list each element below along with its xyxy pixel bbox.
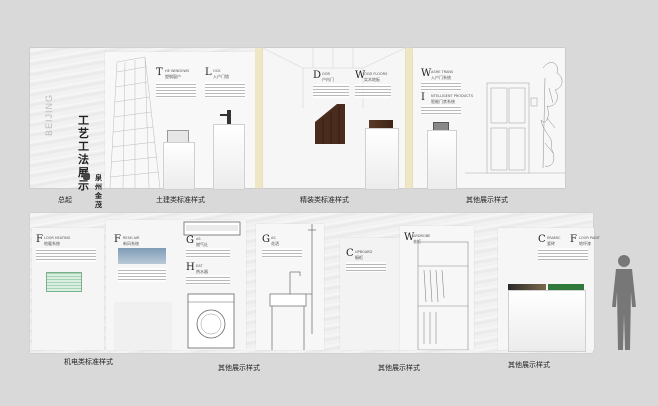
- ceiling-sketch-icon: [263, 48, 405, 108]
- gas-letter: G: [186, 235, 194, 246]
- ceramic-pedestal: [508, 290, 586, 352]
- fresh-air-pedestal: [114, 302, 172, 350]
- lock-handle-icon: [220, 114, 228, 116]
- cupboard-panel: C UPBOARD 橱柜: [340, 238, 400, 350]
- floor-subtitle: OOD FLOORS: [364, 72, 388, 76]
- gas-text: [186, 248, 230, 258]
- floor-label: 实木地板: [364, 77, 380, 82]
- floor-heating-sample-icon: [46, 272, 82, 292]
- door-text: [313, 84, 349, 98]
- logo-text: 泉州金茂: [95, 173, 102, 209]
- intro-panel: BEIJING 工艺工法展示 泉州金茂: [30, 48, 105, 209]
- fresh-air-letter: F: [114, 234, 121, 245]
- fresh-air-text: [118, 268, 166, 282]
- ceramic-panel: C ERAMIC 瓷砖 F LOOR PAINT 地坪漆: [498, 228, 600, 352]
- lock-label: 入户门锁: [213, 74, 229, 79]
- cupboard-label: 橱柜: [355, 255, 363, 260]
- lock-pedestal: [213, 124, 245, 190]
- caption-finishing: 精装类标准样式: [300, 196, 349, 204]
- interior-door-sketch-icon: [465, 62, 565, 174]
- wardrobe-sketch-icon: [417, 241, 469, 350]
- door-sample-icon: [315, 104, 345, 144]
- person-scale-icon: [612, 255, 636, 350]
- shower-panel: G AS 花洒: [256, 224, 324, 350]
- cupboard-subtitle: UPBOARD: [355, 250, 373, 254]
- appliance-panel: F RESH AIR 新风系统 G AS 燃气灶 H EAT 热水器: [106, 220, 246, 350]
- caption-civil: 土建类标准样式: [156, 196, 205, 204]
- logo-icon: [83, 173, 90, 180]
- system-text: [421, 81, 461, 91]
- floor-paint-letter: F: [570, 234, 577, 245]
- heat-letter: H: [186, 262, 195, 273]
- lock-letter: L: [205, 67, 212, 78]
- finishing-panel: D OOR 户内门 W OOD FLOORS 实木地板: [263, 48, 405, 190]
- window-text: [156, 82, 196, 98]
- floor-sample-icon: [369, 120, 393, 128]
- caption-intro: 总起: [58, 196, 72, 204]
- floor-text: [355, 84, 391, 98]
- fresh-air-label: 新风系统: [123, 241, 139, 246]
- floor-heating-text: [36, 248, 96, 262]
- divider-strip: [255, 48, 263, 188]
- fresh-air-image-icon: [118, 248, 166, 264]
- window-letter: T: [156, 67, 163, 78]
- floor-heating-subtitle: LOOR HEATING: [44, 236, 71, 240]
- caption-other-3: 其他展示样式: [508, 361, 550, 369]
- smart-letter: I: [421, 92, 425, 103]
- system-letter: W: [421, 68, 432, 79]
- ceramic-text: [538, 248, 588, 260]
- intro-title: 工艺工法展示: [78, 114, 89, 192]
- window-subtitle: HE WINDOWS: [165, 69, 190, 73]
- canvas: { "top_row": { "brand_vertical": "BEIJIN…: [0, 0, 658, 406]
- cupboard-letter: C: [346, 248, 354, 259]
- caption-other-2: 其他展示样式: [378, 364, 420, 372]
- floor-heating-label: 地暖系统: [44, 241, 60, 246]
- caption-other-1: 其他展示样式: [218, 364, 260, 372]
- floor-paint-subtitle: LOOR PAINT: [579, 236, 600, 240]
- floor-paint-label: 地坪漆: [579, 241, 591, 246]
- system-subtitle: ASHE TRANS: [431, 70, 454, 74]
- window-label: 塑钢窗户: [165, 74, 181, 79]
- door-label: 户内门: [322, 77, 334, 82]
- cupboard-text: [346, 262, 386, 272]
- door-letter: D: [313, 70, 322, 81]
- ceramic-subtitle: ERAMIC: [547, 236, 561, 240]
- smart-text: [421, 105, 461, 115]
- divider-strip: [405, 48, 413, 188]
- smart-pedestal: [427, 130, 457, 190]
- other-panel-top: W ASHE TRANS 入户门系统 I NTELLIGENT PRODUCTS…: [413, 48, 565, 190]
- wardrobe-panel: W ARDROBE 衣柜: [400, 226, 474, 350]
- lock-subtitle: OCK: [213, 69, 221, 73]
- gas-subtitle: AS: [196, 237, 201, 241]
- lock-text: [205, 82, 245, 98]
- caption-other-top: 其他展示样式: [466, 196, 508, 204]
- lock-icon: [227, 110, 231, 124]
- heat-subtitle: EAT: [196, 264, 203, 268]
- floor-pedestal: [365, 128, 399, 190]
- ceramic-label: 瓷砖: [547, 241, 555, 246]
- brand-vertical-text: BEIJING: [44, 93, 54, 136]
- heat-text: [186, 275, 230, 285]
- floor-heating-letter: F: [36, 234, 43, 245]
- fresh-air-subtitle: RESH AIR: [123, 236, 140, 240]
- shower-fixture-icon: [269, 224, 316, 350]
- mep-panel: F LOOR HEATING 地暖系统: [32, 228, 104, 350]
- door-subtitle: OOR: [322, 72, 330, 76]
- caption-mep: 机电类标准样式: [64, 358, 113, 366]
- washing-machine-icon: [187, 293, 235, 349]
- building-panel: T HE WINDOWS 塑钢窗户 L OCK 入户门锁: [105, 52, 255, 190]
- window-pedestal: [163, 142, 195, 190]
- ceramic-letter: C: [538, 234, 546, 245]
